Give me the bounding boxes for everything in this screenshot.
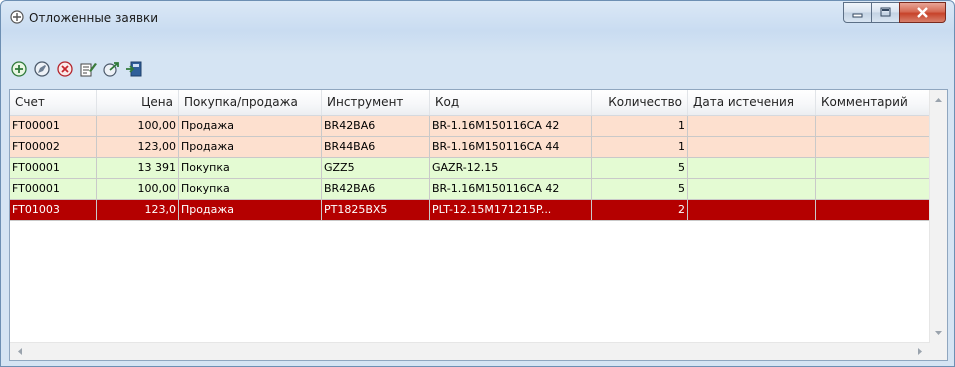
send-order-icon [103,62,119,77]
minimize-button[interactable] [843,2,872,23]
edit-list-icon [80,63,97,77]
quantity-cell[interactable]: 5 [592,158,688,179]
scrollbar-corner [930,343,947,360]
column-header-code[interactable]: Код [430,90,592,115]
pending-orders-window: Отложенные заявки Счет Цена Покупка/прод… [0,0,955,367]
column-header-side[interactable]: Покупка/продажа [179,90,322,115]
table-row[interactable]: FT00002 123,00 Продажа BR44BA6 BR-1.16M15011… [10,137,930,158]
quantity-cell[interactable]: 2 [592,200,688,221]
side-cell[interactable]: Покупка [179,179,322,200]
scroll-down-icon[interactable] [930,324,947,341]
code-cell[interactable]: PLT-12.15M171215P... [430,200,592,221]
table-row[interactable]: FT00001 13 391 Покупка GZZ5 GAZR-12.15 5 [10,158,930,179]
column-header-quantity[interactable]: Количество [592,90,688,115]
edit-list-button[interactable] [78,59,98,79]
account-cell[interactable]: FT00001 [10,116,97,137]
comment-cell[interactable] [816,158,930,179]
side-cell[interactable]: Продажа [179,200,322,221]
code-cell[interactable]: BR-1.16M150116CA 42 [430,179,592,200]
code-cell[interactable]: GAZR-12.15 [430,158,592,179]
column-header-account[interactable]: Счет [10,90,97,115]
table-row[interactable]: FT00001 100,00 Покупка BR42BA6 BR-1.16M15011… [10,179,930,200]
toolbar [9,59,144,83]
table-row[interactable]: FT01003 123,0 Продажа PT1825BX5 PLT-12.15M17… [10,200,930,221]
quantity-cell[interactable]: 5 [592,179,688,200]
orders-table: Счет Цена Покупка/продажа Инструмент Код… [9,89,948,361]
account-cell[interactable]: FT01003 [10,200,97,221]
instrument-cell[interactable]: PT1825BX5 [322,200,430,221]
scroll-right-icon[interactable] [911,343,928,360]
side-cell[interactable]: Покупка [179,158,322,179]
price-cell[interactable]: 123,00 [97,137,179,158]
table-row[interactable]: FT00001 100,00 Продажа BR42BA6 BR-1.16M15011… [10,116,930,137]
expiry-cell[interactable] [688,137,816,158]
instrument-cell[interactable]: BR42BA6 [322,179,430,200]
column-header-expiry[interactable]: Дата истечения [688,90,816,115]
price-cell[interactable]: 100,00 [97,116,179,137]
add-order-icon [11,61,27,77]
side-cell[interactable]: Продажа [179,116,322,137]
close-icon [917,7,928,18]
minimize-icon [852,13,863,18]
horizontal-scrollbar[interactable] [10,342,930,360]
column-header-instrument[interactable]: Инструмент [322,90,430,115]
title-bar[interactable]: Отложенные заявки [1,1,954,35]
export-button[interactable] [124,59,144,79]
scroll-left-icon[interactable] [12,343,29,360]
instrument-cell[interactable]: BR42BA6 [322,116,430,137]
expiry-cell[interactable] [688,116,816,137]
price-cell[interactable]: 123,0 [97,200,179,221]
code-cell[interactable]: BR-1.16M150116CA 44 [430,137,592,158]
column-header-comment[interactable]: Комментарий [816,90,930,115]
comment-cell[interactable] [816,200,930,221]
comment-cell[interactable] [816,179,930,200]
vertical-scrollbar[interactable] [929,90,947,343]
expiry-cell[interactable] [688,158,816,179]
window-title: Отложенные заявки [29,11,159,25]
column-header-price[interactable]: Цена [97,90,179,115]
scroll-up-icon[interactable] [930,92,947,109]
instrument-cell[interactable]: BR44BA6 [322,137,430,158]
maximize-icon [880,7,891,17]
caption-buttons [843,2,946,23]
expiry-cell[interactable] [688,200,816,221]
account-cell[interactable]: FT00001 [10,158,97,179]
table-header: Счет Цена Покупка/продажа Инструмент Код… [10,90,930,116]
export-icon [126,61,142,77]
price-cell[interactable]: 100,00 [97,179,179,200]
add-order-button[interactable] [9,59,29,79]
side-cell[interactable]: Продажа [179,137,322,158]
quantity-cell[interactable]: 1 [592,137,688,158]
comment-cell[interactable] [816,137,930,158]
comment-cell[interactable] [816,116,930,137]
edit-order-button[interactable] [32,59,52,79]
expiry-cell[interactable] [688,179,816,200]
app-icon [10,10,24,24]
maximize-button[interactable] [871,2,900,23]
quantity-cell[interactable]: 1 [592,116,688,137]
delete-order-button[interactable] [55,59,75,79]
account-cell[interactable]: FT00001 [10,179,97,200]
price-cell[interactable]: 13 391 [97,158,179,179]
account-cell[interactable]: FT00002 [10,137,97,158]
close-button[interactable] [899,2,946,23]
instrument-cell[interactable]: GZZ5 [322,158,430,179]
code-cell[interactable]: BR-1.16M150116CA 42 [430,116,592,137]
send-order-button[interactable] [101,59,121,79]
edit-order-icon [34,61,50,77]
delete-order-icon [57,61,73,77]
